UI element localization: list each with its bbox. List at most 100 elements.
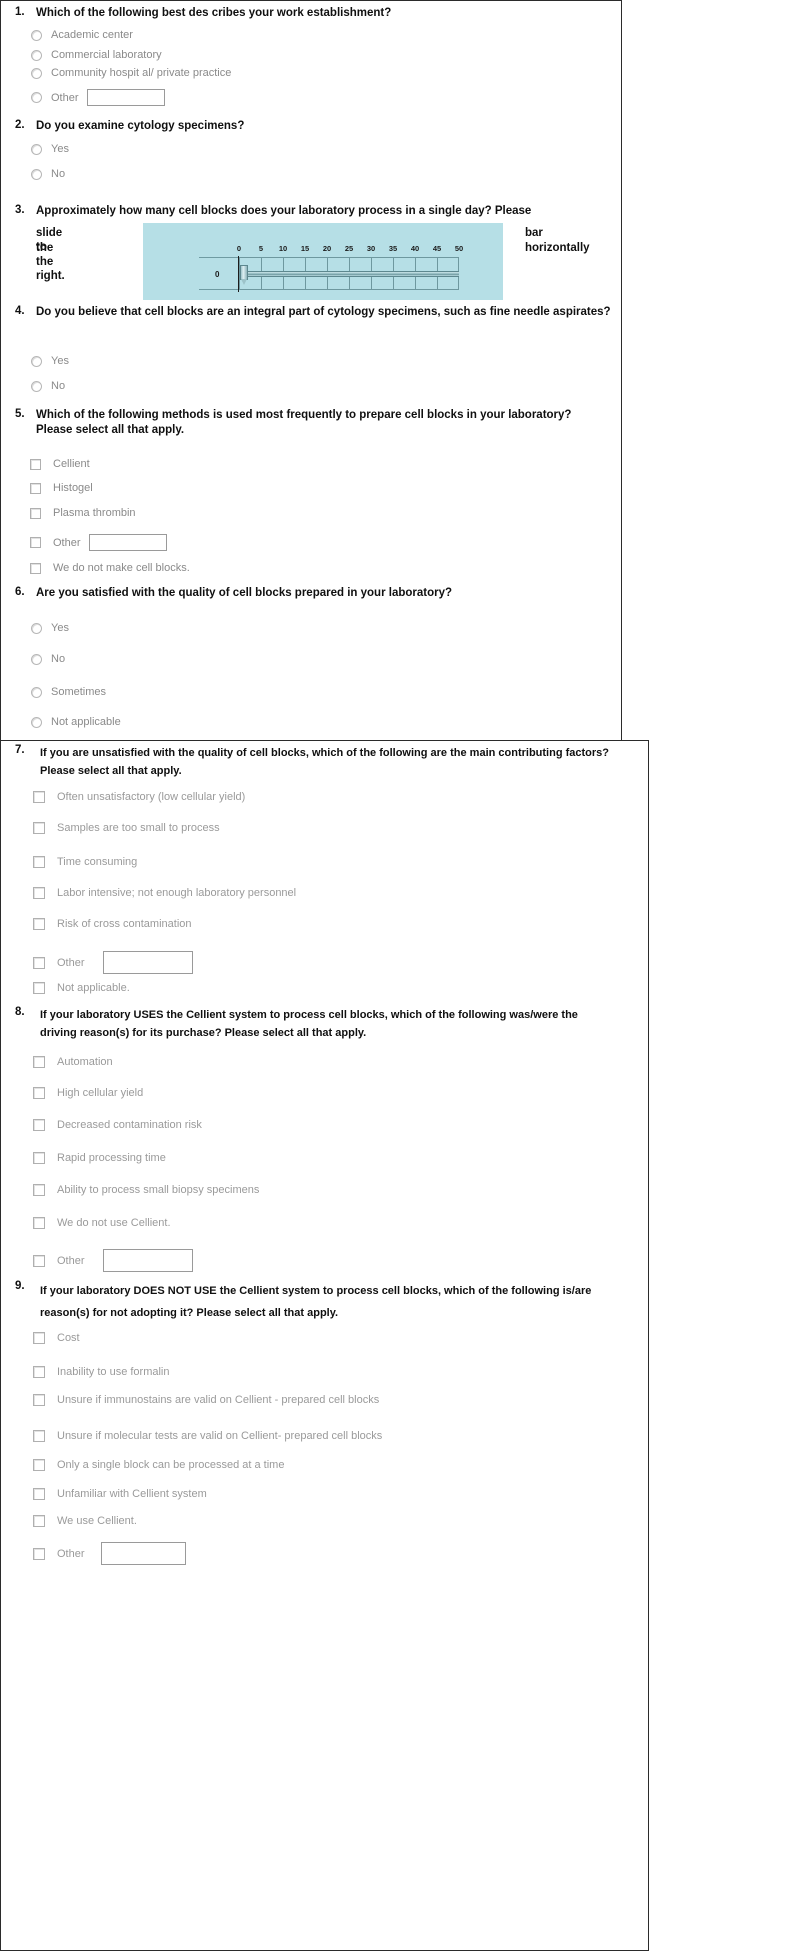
question-7-option-time-consuming[interactable]: Time consuming: [33, 856, 137, 868]
option-label: Yes: [51, 355, 69, 367]
question-9-option-unsure-molecular-tests[interactable]: Unsure if molecular tests are valid on C…: [33, 1430, 382, 1442]
radio-icon[interactable]: [31, 380, 42, 392]
checkbox-icon[interactable]: [33, 1152, 45, 1164]
checkbox-icon[interactable]: [33, 1459, 45, 1471]
question-2-option-yes[interactable]: Yes: [31, 143, 69, 155]
checkbox-icon[interactable]: [33, 1430, 45, 1442]
question-8-option-small-biopsy-specimens[interactable]: Ability to process small biopsy specimen…: [33, 1184, 259, 1196]
radio-icon[interactable]: [31, 29, 42, 41]
question-5-other-input[interactable]: [88, 534, 167, 551]
checkbox-icon[interactable]: [33, 1184, 45, 1196]
question-7-option-often-unsatisfactory[interactable]: Often unsatisfactory (low cellular yield…: [33, 791, 245, 803]
radio-icon[interactable]: [31, 355, 42, 367]
radio-icon[interactable]: [31, 143, 42, 155]
question-5-option-other[interactable]: Other: [30, 534, 167, 551]
question-9-option-inability-formalin[interactable]: Inability to use formalin: [33, 1366, 170, 1378]
question-6-option-no[interactable]: No: [31, 653, 65, 665]
question-5-option-cellient[interactable]: Cellient: [30, 458, 90, 470]
question-7-option-labor-intensive[interactable]: Labor intensive; not enough laboratory p…: [33, 887, 296, 899]
question-3-text-line3: to the right.: [36, 241, 65, 282]
question-2-option-no[interactable]: No: [31, 168, 65, 180]
question-6-option-sometimes[interactable]: Sometimes: [31, 686, 106, 698]
checkbox-icon[interactable]: [33, 1515, 45, 1527]
question-8-option-do-not-use-cellient[interactable]: We do not use Cellient.: [33, 1217, 171, 1229]
checkbox-icon[interactable]: [33, 1366, 45, 1378]
slider-thumb[interactable]: [240, 265, 248, 285]
question-9-option-unfamiliar[interactable]: Unfamiliar with Cellient system: [33, 1488, 207, 1500]
checkbox-icon[interactable]: [33, 1547, 45, 1560]
question-6-option-not-applicable[interactable]: Not applicable: [31, 716, 121, 728]
slider-tick-20: 20: [322, 244, 332, 253]
question-6-option-yes[interactable]: Yes: [31, 622, 69, 634]
question-5-option-plasma-thrombin[interactable]: Plasma thrombin: [30, 507, 136, 519]
question-5-number: 5.: [15, 408, 25, 420]
question-4-option-no[interactable]: No: [31, 380, 65, 392]
radio-icon[interactable]: [31, 67, 42, 79]
checkbox-icon[interactable]: [30, 507, 41, 519]
checkbox-icon[interactable]: [33, 956, 45, 969]
option-label: Plasma thrombin: [53, 507, 136, 519]
question-8-option-high-cellular-yield[interactable]: High cellular yield: [33, 1087, 143, 1099]
question-1-option-other[interactable]: Other: [31, 89, 165, 106]
slider-track[interactable]: [243, 271, 459, 277]
checkbox-icon[interactable]: [33, 1087, 45, 1099]
question-7-option-not-applicable[interactable]: Not applicable.: [33, 982, 130, 994]
question-7-option-other[interactable]: Other: [33, 951, 193, 974]
checkbox-icon[interactable]: [33, 1119, 45, 1131]
question-9-other-input[interactable]: [100, 1542, 186, 1565]
checkbox-icon[interactable]: [33, 822, 45, 834]
checkbox-icon[interactable]: [33, 856, 45, 868]
question-1-option-commercial-laboratory[interactable]: Commercial laboratory: [31, 49, 162, 61]
checkbox-icon[interactable]: [33, 1488, 45, 1500]
checkbox-icon[interactable]: [33, 1254, 45, 1267]
question-1-option-community-hospital[interactable]: Community hospit al/ private practice: [31, 67, 231, 79]
question-7-option-samples-too-small[interactable]: Samples are too small to process: [33, 822, 220, 834]
checkbox-icon[interactable]: [33, 1394, 45, 1406]
slider-container: 0 5 10 15 20 25 30 35 40 45 50 0: [143, 223, 503, 300]
checkbox-icon[interactable]: [30, 458, 41, 470]
checkbox-icon[interactable]: [33, 887, 45, 899]
question-7-option-cross-contamination[interactable]: Risk of cross contamination: [33, 918, 192, 930]
question-8-option-automation[interactable]: Automation: [33, 1056, 113, 1068]
question-8-option-rapid-processing-time[interactable]: Rapid processing time: [33, 1152, 166, 1164]
radio-icon[interactable]: [31, 49, 42, 61]
question-4-option-yes[interactable]: Yes: [31, 355, 69, 367]
slider-tick-5: 5: [258, 244, 264, 253]
checkbox-icon[interactable]: [30, 562, 41, 574]
slider-tick-labels: 0 5 10 15 20 25 30 35 40 45 50: [143, 244, 503, 254]
option-label: Community hospit al/ private practice: [51, 67, 232, 79]
checkbox-icon[interactable]: [33, 1217, 45, 1229]
option-label: No: [51, 653, 66, 665]
checkbox-icon[interactable]: [33, 1332, 45, 1344]
checkbox-icon[interactable]: [33, 791, 45, 803]
checkbox-icon[interactable]: [30, 537, 41, 548]
option-label: Not applicable: [51, 716, 121, 728]
radio-icon[interactable]: [31, 622, 42, 634]
question-9-option-unsure-immunostains[interactable]: Unsure if immunostains are valid on Cell…: [33, 1394, 379, 1406]
option-label: Decreased contamination risk: [57, 1119, 202, 1131]
question-9-option-other[interactable]: Other: [33, 1542, 186, 1565]
question-8-option-decreased-contamination-risk[interactable]: Decreased contamination risk: [33, 1119, 202, 1131]
question-1-other-input[interactable]: [86, 89, 165, 106]
checkbox-icon[interactable]: [33, 1056, 45, 1068]
option-label: We use Cellient.: [57, 1515, 137, 1527]
radio-icon[interactable]: [31, 168, 42, 180]
option-label: Automation: [57, 1056, 113, 1068]
question-5-option-no-cell-blocks[interactable]: We do not make cell blocks.: [30, 562, 190, 574]
radio-icon[interactable]: [31, 653, 42, 665]
radio-icon[interactable]: [31, 716, 42, 728]
checkbox-icon[interactable]: [30, 482, 41, 494]
checkbox-icon[interactable]: [33, 982, 45, 994]
question-9-option-single-block[interactable]: Only a single block can be processed at …: [33, 1459, 284, 1471]
question-9-option-we-use-cellient[interactable]: We use Cellient.: [33, 1515, 137, 1527]
question-8-option-other[interactable]: Other: [33, 1249, 193, 1272]
question-5-option-histogel[interactable]: Histogel: [30, 482, 93, 494]
radio-icon[interactable]: [31, 686, 42, 698]
question-9-option-cost[interactable]: Cost: [33, 1332, 80, 1344]
question-1-option-academic-center[interactable]: Academic center: [31, 29, 133, 41]
question-8-other-input[interactable]: [102, 1249, 193, 1272]
question-7-other-input[interactable]: [102, 951, 193, 974]
question-7-number: 7.: [15, 744, 25, 756]
radio-icon[interactable]: [31, 92, 42, 103]
checkbox-icon[interactable]: [33, 918, 45, 930]
